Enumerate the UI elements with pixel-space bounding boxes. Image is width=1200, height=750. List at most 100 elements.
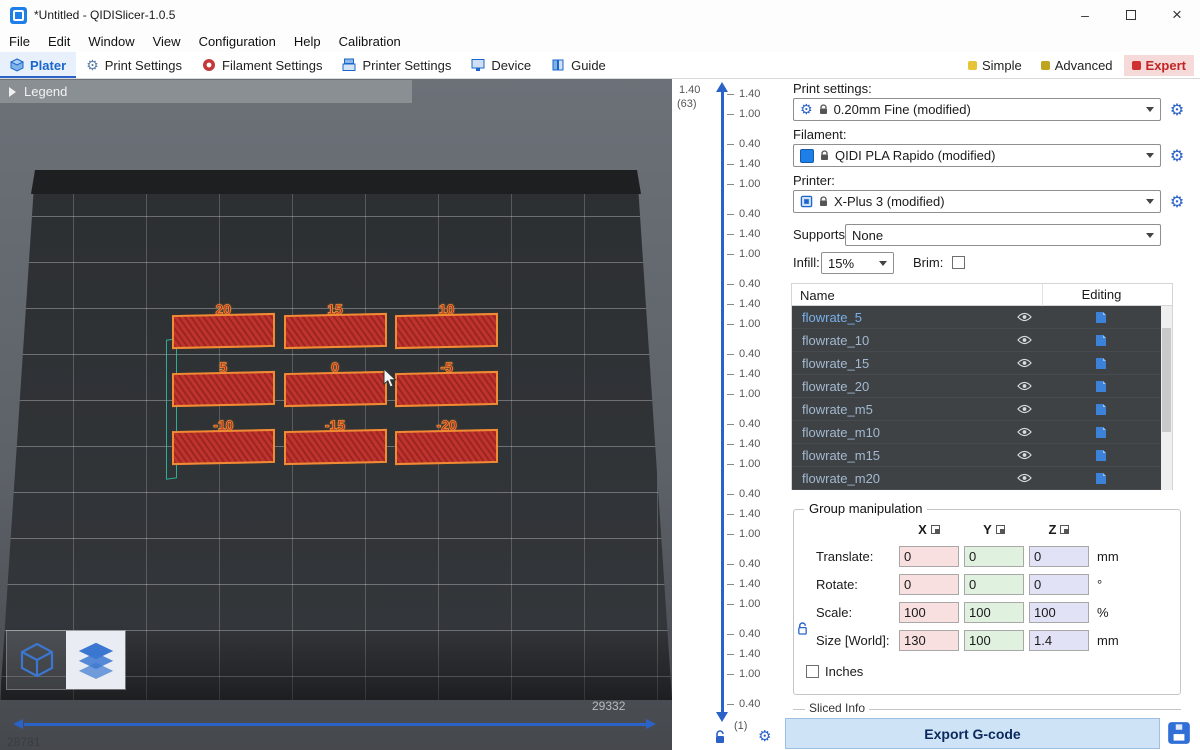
menu-item[interactable]: Edit [39,32,79,51]
unit-label: mm [1094,633,1172,648]
menu-item[interactable]: File [0,32,39,51]
editing-icon[interactable] [1042,449,1160,462]
object-row[interactable]: flowrate_m5 [792,398,1172,421]
editing-icon[interactable] [1042,403,1160,416]
editing-icon[interactable] [1042,472,1160,485]
flowrate-patch[interactable]: -10 [172,419,275,477]
plate-objects: 20 15 10 5 0 -5 -10 -15 [172,303,498,477]
flowrate-patch[interactable]: -20 [395,419,498,477]
x-value-field[interactable]: 0 [899,546,959,567]
eye-icon[interactable] [1006,312,1042,322]
flowrate-patch[interactable]: -15 [284,419,387,477]
scrollbar-thumb[interactable] [1162,328,1171,432]
print-settings-combo[interactable]: ⚙ 0.20mm Fine (modified) [793,98,1161,121]
z-value-field[interactable]: 100 [1029,602,1089,623]
object-row[interactable]: flowrate_m15 [792,444,1172,467]
object-row[interactable]: flowrate_m20 [792,467,1172,490]
y-value-field[interactable]: 0 [964,574,1024,595]
tab-device[interactable]: Device [461,52,541,78]
minimize-button[interactable]: – [1062,0,1108,30]
z-value-field[interactable]: 0 [1029,546,1089,567]
layer-slider-lock-icon[interactable] [714,730,726,744]
layer-slider-track[interactable] [721,92,724,712]
layer-slider-panel: 1.40 (63) 1.401.000.401.401.000.401.401.… [672,79,785,750]
object-row[interactable]: flowrate_5 [792,306,1172,329]
flowrate-patch[interactable]: 5 [172,361,275,419]
mode-advanced[interactable]: Advanced [1033,55,1121,76]
editing-icon[interactable] [1042,334,1160,347]
mode-expert[interactable]: Expert [1124,55,1194,76]
editing-icon[interactable] [1042,311,1160,324]
filament-gear-button[interactable]: ⚙ [1166,145,1188,167]
filament-combo[interactable]: QIDI PLA Rapido (modified) [793,144,1161,167]
menu-item[interactable]: Help [285,32,330,51]
supports-combo[interactable]: None [845,224,1161,246]
layer-height-tick: 1.40 [727,154,760,174]
layer-slider-settings-icon[interactable]: ⚙ [758,727,771,745]
eye-icon[interactable] [1006,404,1042,414]
editing-icon[interactable] [1042,426,1160,439]
eye-icon[interactable] [1006,358,1042,368]
flowrate-patch-body [395,371,498,407]
maximize-button[interactable] [1108,0,1154,30]
flowrate-patch[interactable]: 20 [172,303,275,361]
eye-icon[interactable] [1006,473,1042,483]
sidebar: Print settings: ⚙ 0.20mm Fine (modified)… [785,79,1200,750]
x-value-field[interactable]: 130 [899,630,959,651]
tab-print-settings[interactable]: ⚙ Print Settings [76,52,192,78]
sd-card-icon[interactable] [1166,720,1192,746]
flowrate-patch[interactable]: -5 [395,361,498,419]
menu-item[interactable]: Configuration [190,32,285,51]
y-value-field[interactable]: 100 [964,602,1024,623]
group-manipulation-panel: Group manipulation X Y Z Translate: 0 0 … [793,509,1181,695]
object-row[interactable]: flowrate_m10 [792,421,1172,444]
editing-icon[interactable] [1042,357,1160,370]
z-value-field[interactable]: 1.4 [1029,630,1089,651]
x-value-field[interactable]: 100 [899,602,959,623]
eye-icon[interactable] [1006,450,1042,460]
uniform-scale-lock-icon[interactable] [797,622,808,635]
z-value-field[interactable]: 0 [1029,574,1089,595]
tab-printer-settings[interactable]: Printer Settings [332,52,461,78]
object-row[interactable]: flowrate_20 [792,375,1172,398]
printer-gear-button[interactable]: ⚙ [1166,191,1188,213]
y-value-field[interactable]: 0 [964,546,1024,567]
flowrate-patch[interactable]: 0 [284,361,387,419]
eye-icon[interactable] [1006,335,1042,345]
x-value-field[interactable]: 0 [899,574,959,595]
menu-item[interactable]: Calibration [330,32,410,51]
tab-filament-settings[interactable]: Filament Settings [192,52,332,78]
move-slider-right-arrow[interactable] [646,719,656,729]
printer-combo[interactable]: X-Plus 3 (modified) [793,190,1161,213]
tab-plater[interactable]: Plater [0,52,76,78]
eye-icon[interactable] [1006,427,1042,437]
editing-icon[interactable] [1042,380,1160,393]
menu-item[interactable]: View [144,32,190,51]
viewport-3d[interactable]: 20 15 10 5 0 -5 -10 -15 [0,79,672,750]
plater-icon [10,58,24,72]
object-row[interactable]: flowrate_15 [792,352,1172,375]
print-settings-gear-button[interactable]: ⚙ [1166,99,1188,121]
close-button[interactable]: × [1154,0,1200,30]
move-slider[interactable] [24,723,646,726]
preview-view-button[interactable] [66,631,125,689]
object-row[interactable]: flowrate_10 [792,329,1172,352]
infill-combo[interactable]: 15% [821,252,894,274]
inches-checkbox[interactable] [806,665,819,678]
mode-simple[interactable]: Simple [960,55,1030,76]
eye-icon[interactable] [1006,381,1042,391]
menu-item[interactable]: Window [79,32,143,51]
move-slider-left-arrow[interactable] [13,719,23,729]
brim-checkbox[interactable] [952,256,965,269]
brim-label: Brim: [913,255,943,270]
export-gcode-button[interactable]: Export G-code [785,718,1160,749]
preset-gear-icon: ⚙ [800,101,813,118]
tab-guide[interactable]: Guide [541,52,616,78]
y-value-field[interactable]: 100 [964,630,1024,651]
editor-view-button[interactable] [7,631,66,689]
object-list-scrollbar[interactable] [1161,306,1172,490]
tab-label: Guide [571,58,606,73]
flowrate-patch[interactable]: 15 [284,303,387,361]
legend-bar[interactable]: Legend [0,80,412,103]
flowrate-patch[interactable]: 10 [395,303,498,361]
